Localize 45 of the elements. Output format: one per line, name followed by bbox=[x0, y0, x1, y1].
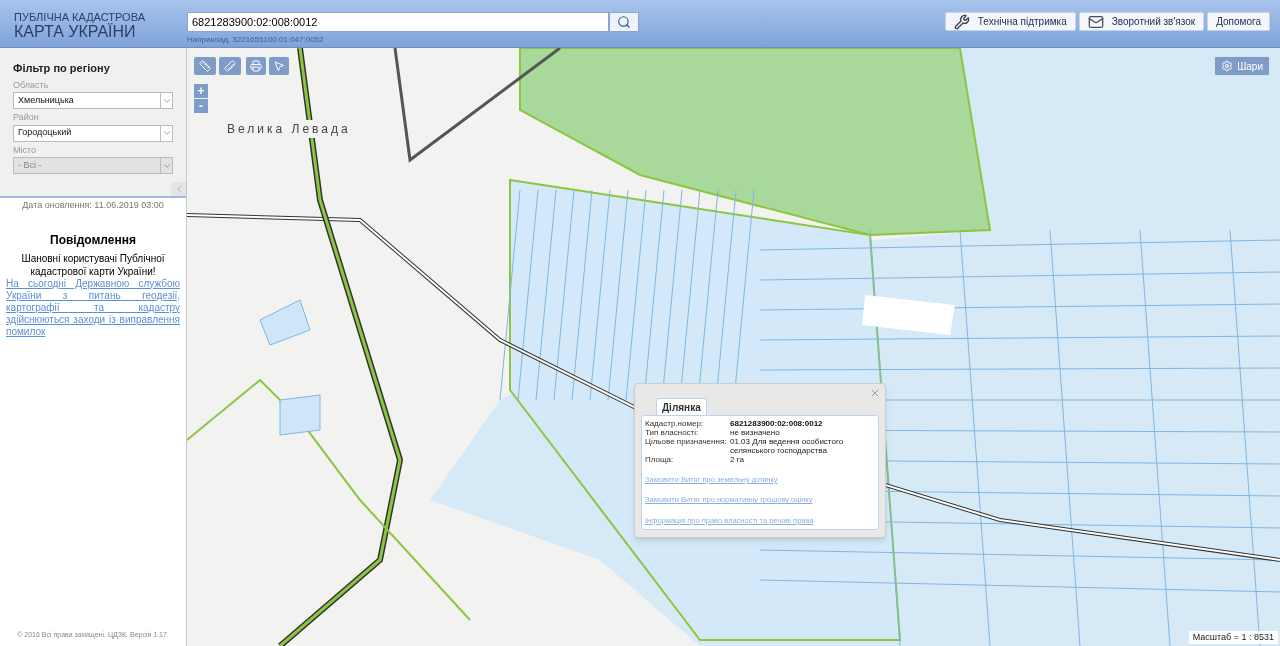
ruler-icon bbox=[224, 60, 236, 72]
region-select[interactable]: Хмельницька bbox=[13, 92, 173, 109]
zoom-in-button[interactable]: + bbox=[194, 84, 208, 98]
field-value: 2 га bbox=[730, 455, 744, 464]
field-label: Площа: bbox=[645, 455, 675, 464]
tools-icon bbox=[953, 13, 970, 30]
logo-title: КАРТА УКРАЇНИ bbox=[14, 24, 137, 40]
field-label: Кадастр.номер: bbox=[645, 419, 705, 428]
dropdown-icon bbox=[161, 128, 172, 138]
field-label: Тип власності: bbox=[645, 428, 700, 437]
field-label: Цільове призначення: bbox=[645, 437, 728, 448]
mail-icon bbox=[1087, 13, 1104, 30]
zoom-out-button[interactable]: - bbox=[194, 99, 208, 113]
ruler-icon bbox=[199, 60, 211, 72]
region-select[interactable]: Городоцький bbox=[13, 124, 173, 142]
notice-greeting: Шановні користувачі Публічної кадастрової карти України! bbox=[20, 251, 166, 278]
pointer-button[interactable] bbox=[269, 57, 289, 75]
field-label: Місто bbox=[13, 143, 38, 157]
header-button[interactable]: Зворотний зв'язок bbox=[1078, 12, 1205, 31]
layers-button[interactable]: Шари bbox=[1214, 56, 1270, 76]
search-button[interactable] bbox=[609, 12, 639, 32]
field-value: 01.03 Для ведення особистого селянського господарства bbox=[730, 437, 845, 455]
gear-icon bbox=[1221, 60, 1234, 72]
pointer-icon bbox=[273, 60, 285, 72]
field-value: не визначено bbox=[730, 428, 780, 437]
notice-title: Повідомлення bbox=[49, 231, 137, 249]
measure-area-button[interactable] bbox=[219, 57, 241, 75]
popup-tab[interactable]: Ділянка bbox=[656, 398, 707, 415]
search-icon bbox=[617, 15, 631, 29]
header-button[interactable]: Технічна підтримка bbox=[944, 12, 1076, 31]
filter-title: Фільтр по регіону bbox=[13, 61, 111, 76]
logo-subtitle: ПУБЛІЧНА КАДАСТРОВА bbox=[14, 12, 146, 23]
field-value: 6821283900:02:008:0012 bbox=[730, 419, 823, 428]
measure-distance-button[interactable] bbox=[194, 57, 216, 75]
field-label: Район bbox=[13, 111, 40, 124]
update-date: Дата оновлення: 11.06.2019 03:00 bbox=[21, 199, 165, 212]
notice-link[interactable]: На сьогодні Державною службою України з питань геодезії, картографії та кадастру здійснюються заходи із виправлення помилок bbox=[0, 277, 186, 338]
print-button[interactable] bbox=[246, 57, 266, 75]
print-icon bbox=[250, 60, 262, 72]
close-button[interactable] bbox=[869, 387, 881, 399]
header-button[interactable]: Допомога bbox=[1207, 12, 1270, 31]
search-hint: Наприклад, 3221655100:01:047:0052 bbox=[187, 34, 325, 46]
close-icon bbox=[869, 387, 881, 399]
search-field[interactable]: 6821283900:02:008:0012 bbox=[187, 12, 609, 32]
field-label: Область bbox=[13, 78, 50, 92]
